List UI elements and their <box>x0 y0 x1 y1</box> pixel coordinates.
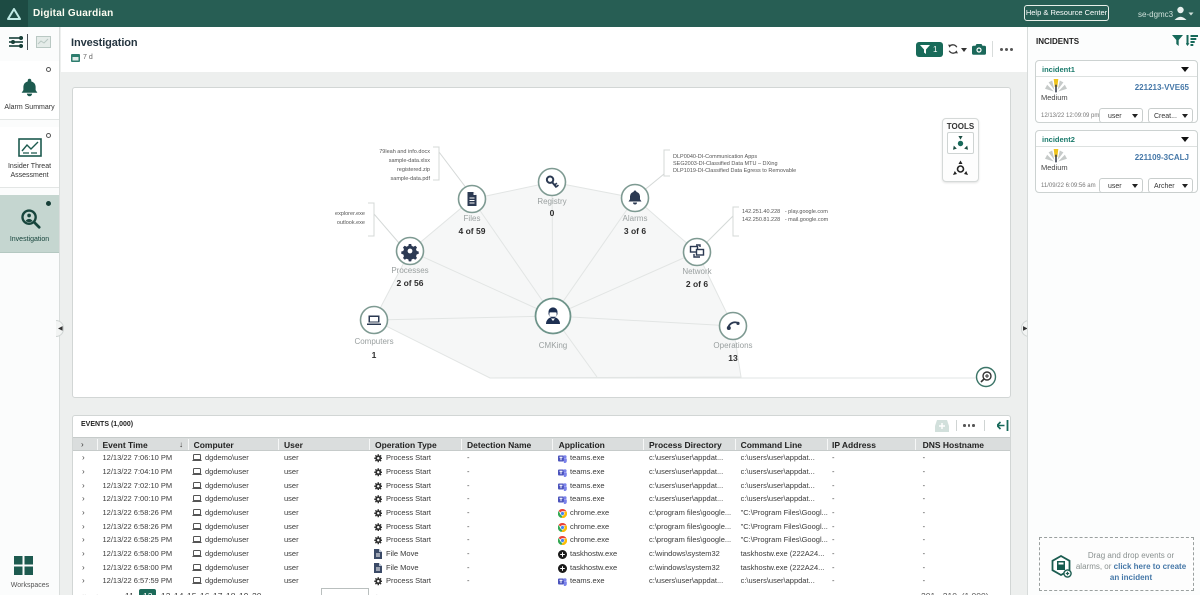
svg-text:2 of 6: 2 of 6 <box>686 279 708 289</box>
svg-text:Registry: Registry <box>537 197 566 206</box>
svg-text:13: 13 <box>728 353 738 363</box>
svg-text:sample-data.xlsx: sample-data.xlsx <box>389 158 431 164</box>
svg-text:Operations: Operations <box>713 341 752 350</box>
svg-text:Processes: Processes <box>391 266 428 275</box>
svg-text:142.250.81.228 - mail.google: 142.250.81.228 - mail.google.com <box>742 217 829 223</box>
svg-text:142.251.40.228 - play.google: 142.251.40.228 - play.google.com <box>742 209 828 215</box>
svg-text:explorer.exe: explorer.exe <box>335 211 365 217</box>
svg-text:registered.zip: registered.zip <box>397 167 430 173</box>
svg-text:2 of 56: 2 of 56 <box>397 278 424 288</box>
svg-text:sample-data.pdf: sample-data.pdf <box>391 176 431 182</box>
svg-text:DLP1019-DI-Classified Data Egr: DLP1019-DI-Classified Data Egress to Rem… <box>673 168 796 174</box>
svg-text:1: 1 <box>372 350 377 360</box>
svg-text:Computers: Computers <box>354 337 393 346</box>
svg-text:Alarms: Alarms <box>623 214 648 223</box>
svg-text:79leah and info.docx: 79leah and info.docx <box>379 149 430 155</box>
svg-text:DLP0040-DI-Communication Apps: DLP0040-DI-Communication Apps <box>673 154 757 160</box>
svg-text:SEG2003-DI-Classified Data MTU: SEG2003-DI-Classified Data MTU – DXing <box>673 161 778 167</box>
svg-text:CMKing: CMKing <box>539 341 567 350</box>
svg-text:outlook.exe: outlook.exe <box>337 220 365 226</box>
svg-text:Files: Files <box>464 214 481 223</box>
svg-text:3 of 6: 3 of 6 <box>624 226 646 236</box>
svg-text:4 of 59: 4 of 59 <box>459 226 486 236</box>
svg-text:Network: Network <box>682 267 712 276</box>
svg-text:0: 0 <box>550 208 555 218</box>
